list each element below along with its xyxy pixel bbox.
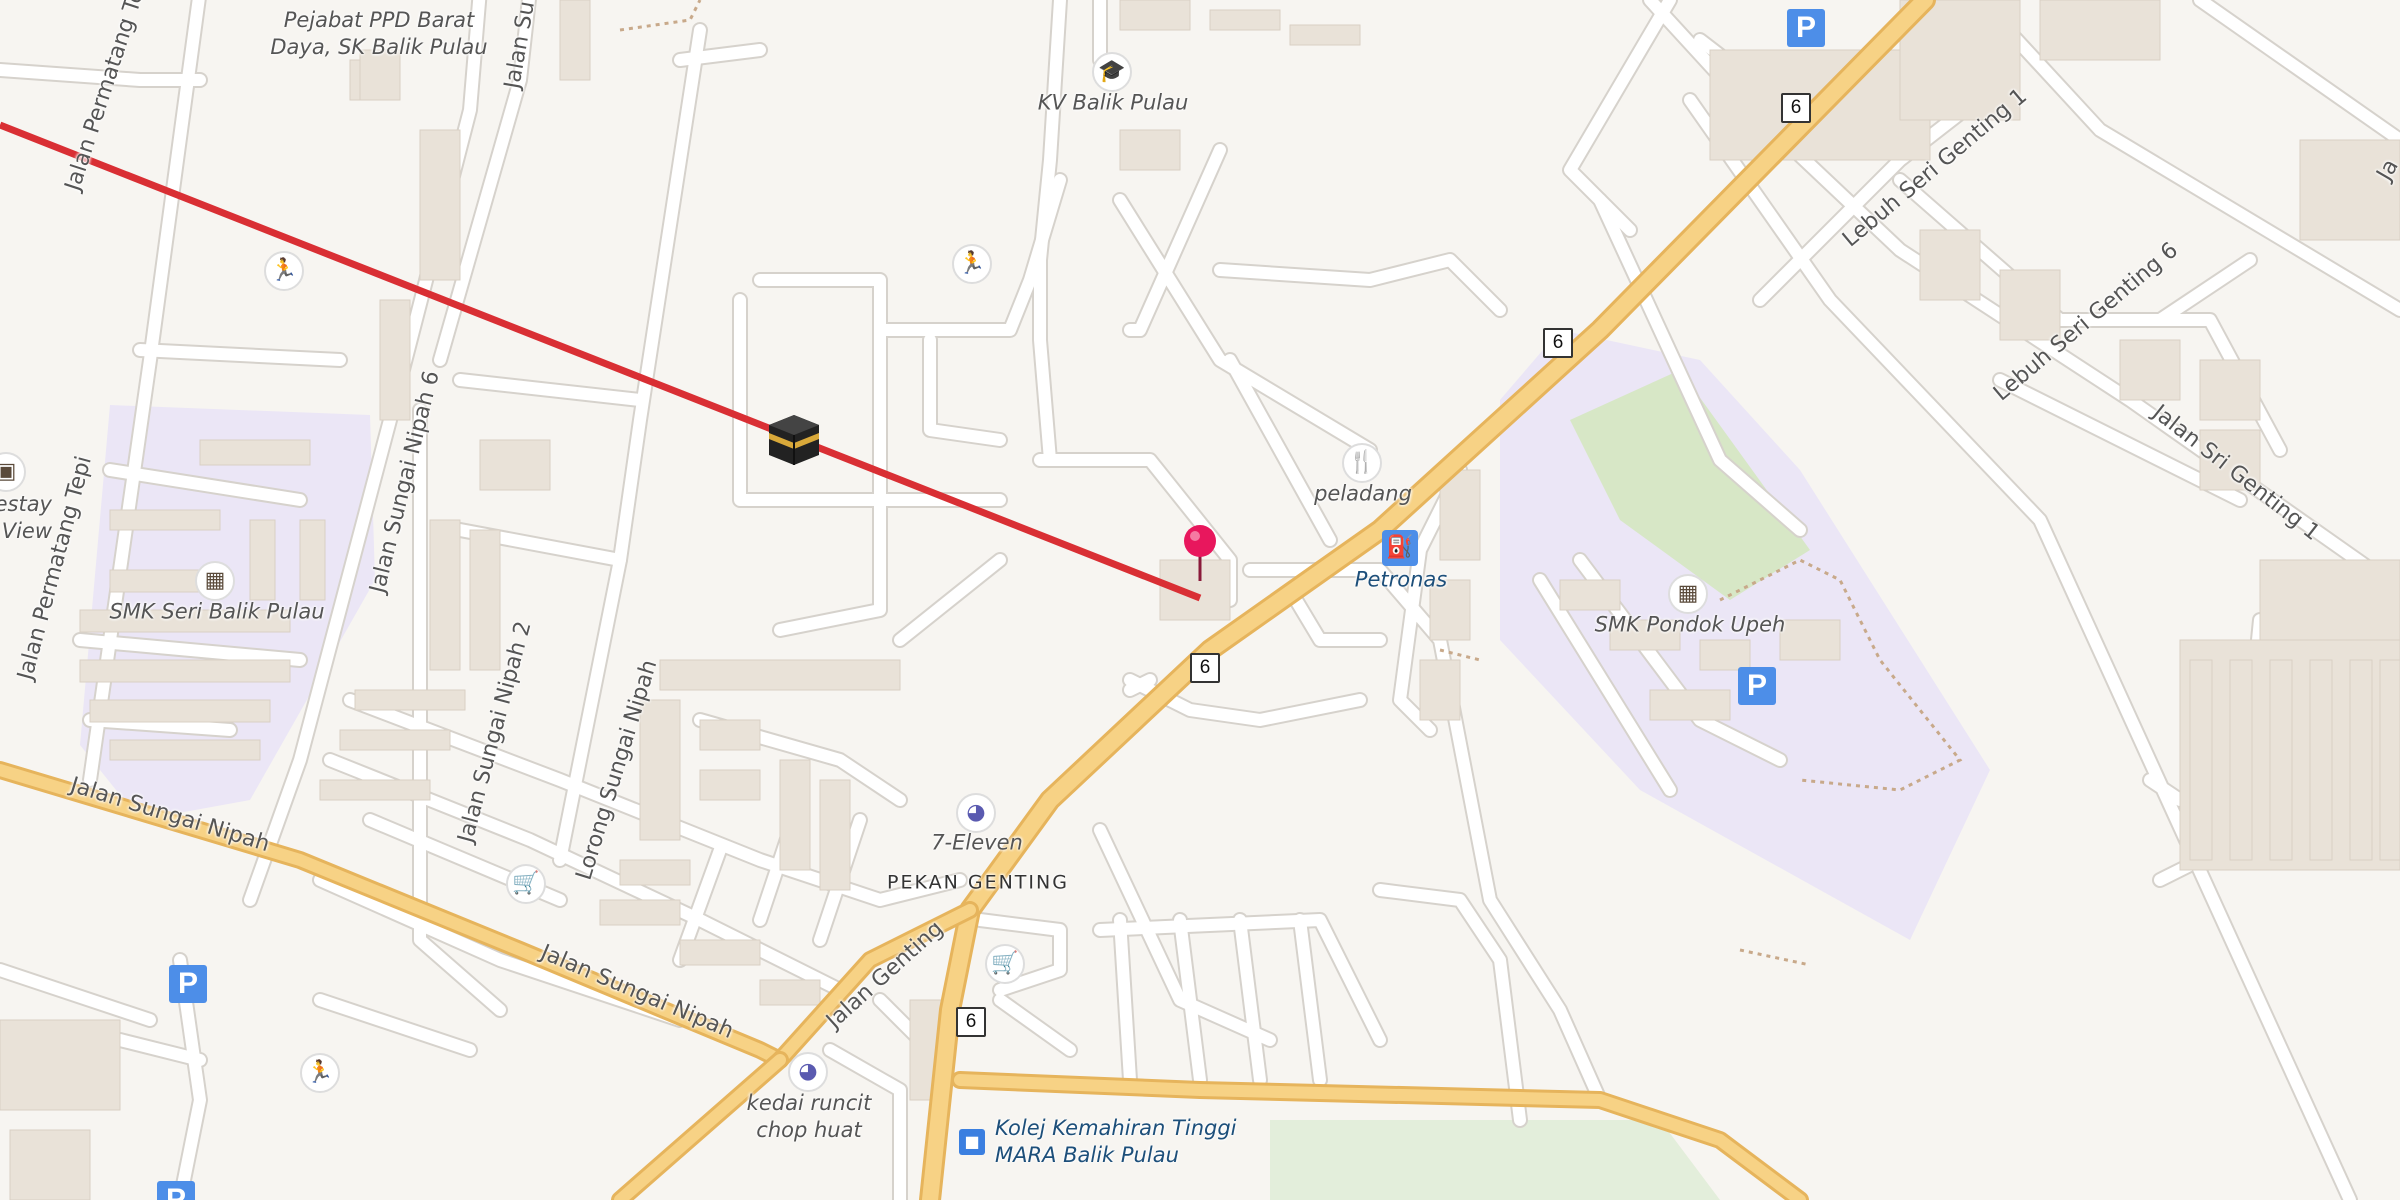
sport-icon[interactable]: 🏃: [264, 251, 304, 291]
location-pin-icon[interactable]: [1180, 523, 1220, 583]
restaurant-icon[interactable]: 🍴: [1342, 443, 1382, 483]
school-icon[interactable]: ▦: [195, 561, 235, 601]
label-homestay: estay y View: [0, 492, 52, 543]
parking-icon[interactable]: P: [169, 965, 207, 1003]
sport-icon[interactable]: 🏃: [300, 1053, 340, 1093]
kaaba-icon[interactable]: [765, 411, 823, 469]
label-pejabat-ppd: Pejabat PPD Barat Daya, SK Balik Pulau: [270, 8, 488, 59]
supermarket-icon[interactable]: 🛒: [985, 944, 1025, 984]
map-canvas[interactable]: 6 6 6 6 P P P P 🎓 🏃 🏃 🏃 ▦ ▦ ▣ 🍴 ⛽ ◕ ◕ 🛒 …: [0, 0, 2400, 1200]
sport-icon[interactable]: 🏃: [952, 244, 992, 284]
label-kolej-mara: Kolej Kemahiran Tinggi MARA Balik Pulau: [995, 1116, 1237, 1167]
route-shield-6: 6: [1190, 653, 1220, 683]
parking-icon[interactable]: P: [1738, 667, 1776, 705]
route-shield-6: 6: [1781, 93, 1811, 123]
shop-icon[interactable]: ◕: [788, 1052, 828, 1092]
fuel-icon[interactable]: ⛽: [1382, 530, 1418, 566]
bus-stop-icon[interactable]: ■: [959, 1129, 985, 1155]
supermarket-icon[interactable]: 🛒: [506, 864, 546, 904]
label-smk-seri-balik-pulau: SMK Seri Balik Pulau: [109, 599, 325, 624]
parking-icon[interactable]: P: [1787, 9, 1825, 47]
label-smk-pondok-upeh: SMK Pondok Upeh: [1594, 612, 1786, 637]
label-petronas: Petronas: [1354, 567, 1448, 592]
label-7-eleven: 7-Eleven: [931, 830, 1023, 855]
label-kedai-runcit: kedai runcit chop huat: [746, 1091, 872, 1142]
route-shield-6: 6: [956, 1007, 986, 1037]
school-icon[interactable]: ▦: [1668, 574, 1708, 614]
route-shield-6: 6: [1543, 328, 1573, 358]
parking-icon[interactable]: P: [157, 1181, 195, 1200]
college-icon[interactable]: 🎓: [1092, 52, 1132, 92]
shop-icon[interactable]: ◕: [956, 793, 996, 833]
label-kv-balik-pulau: KV Balik Pulau: [1037, 90, 1189, 115]
label-pekan-genting: PEKAN GENTING: [887, 871, 1069, 894]
qibla-direction-line: [0, 121, 1202, 602]
label-peladang: peladang: [1314, 481, 1412, 506]
